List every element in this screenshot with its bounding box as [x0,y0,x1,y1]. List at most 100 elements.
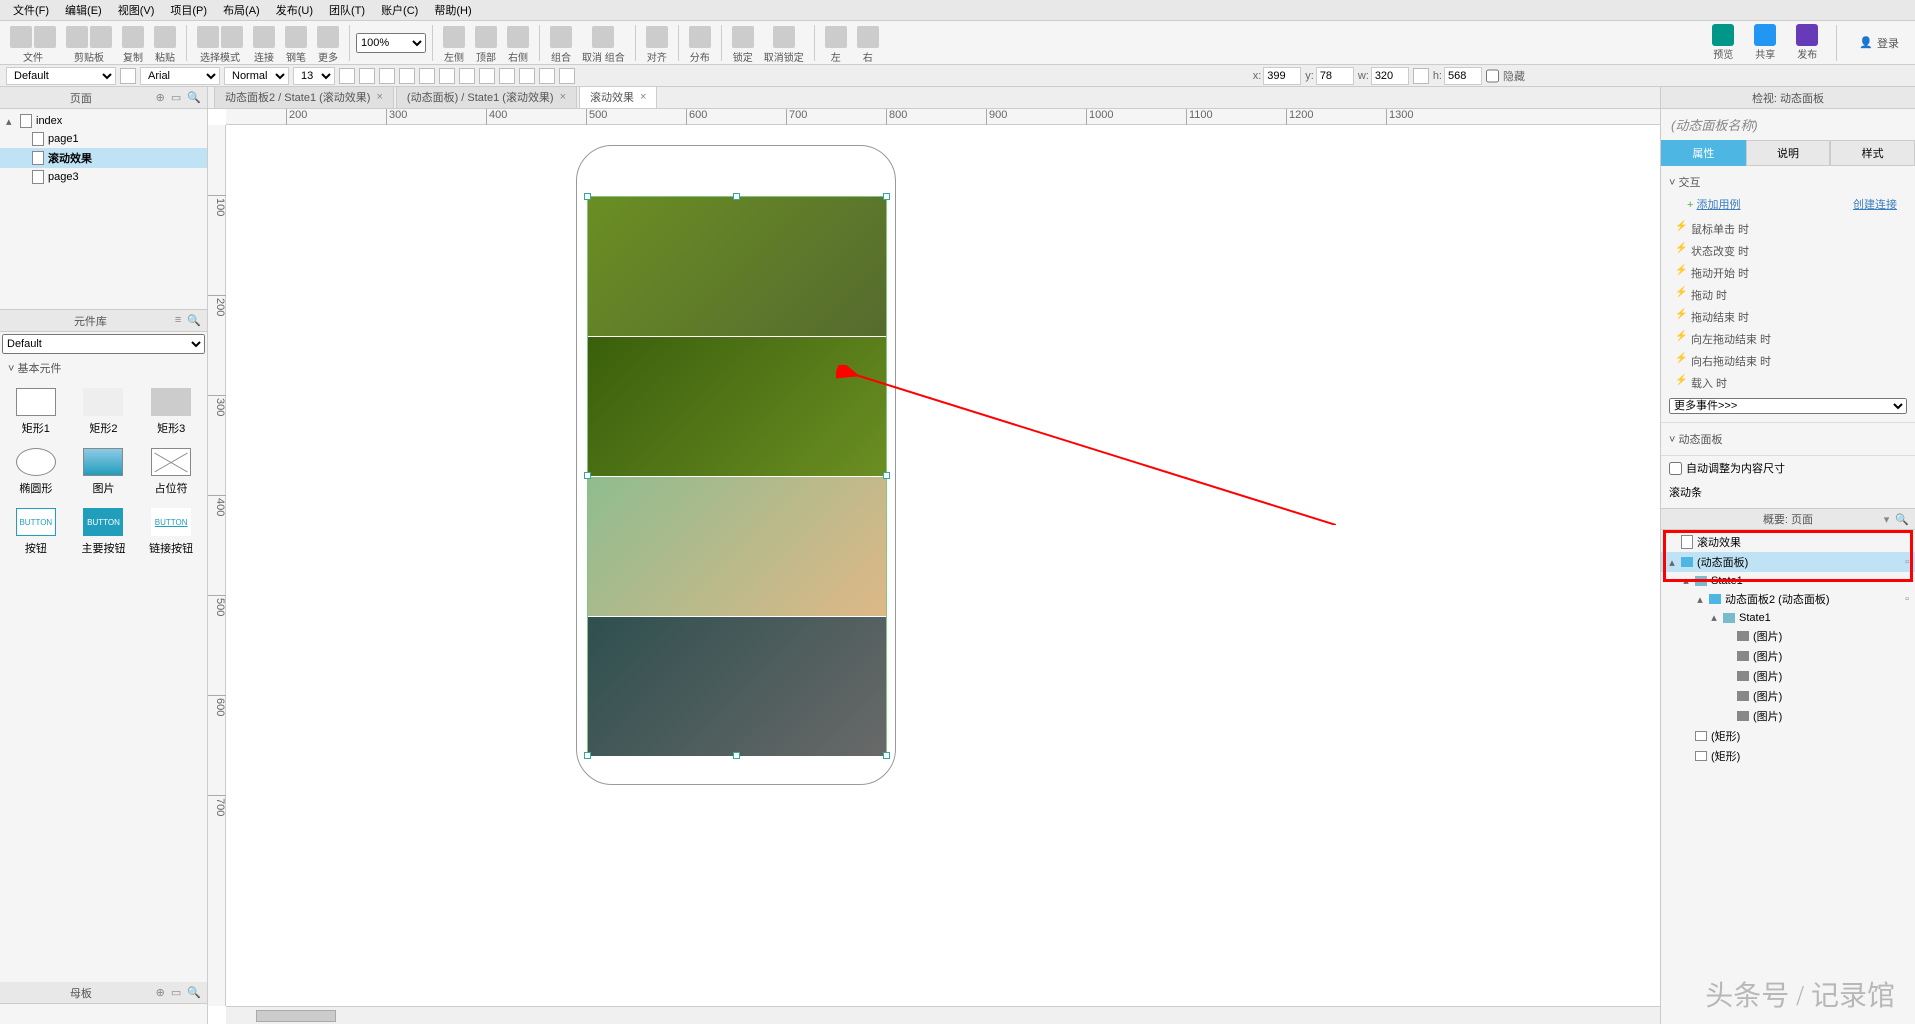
outline-rect1[interactable]: (矩形) [1661,726,1915,746]
event-drag[interactable]: 拖动 时 [1669,284,1907,306]
italic-icon[interactable] [359,68,375,84]
style-select[interactable]: Default [6,67,116,85]
tool-more[interactable]: 更多 [313,22,343,64]
bold-icon[interactable] [339,68,355,84]
size-select[interactable]: 13 [293,67,335,85]
add-master-icon[interactable]: ▭ [171,986,181,999]
tree-page3[interactable]: page3 [0,168,207,186]
menu-help[interactable]: 帮助(H) [426,0,479,20]
tool-pen[interactable]: 钢笔 [281,22,311,64]
tab-dp-state1[interactable]: (动态面板) / State1 (滚动效果)× [396,87,577,108]
canvas-image-3[interactable] [588,477,886,617]
widget-name-input[interactable]: (动态面板名称) [1661,109,1915,140]
h-scrollbar[interactable] [226,1006,1660,1024]
outline-dp2[interactable]: ▴动态面板2 (动态面板)▫ [1661,589,1915,609]
phone-frame[interactable] [576,145,896,785]
event-swipe-right[interactable]: 向右拖动结束 时 [1669,350,1907,372]
widget-rect3[interactable]: 矩形3 [139,384,203,440]
section-interactions[interactable]: ˅ 交互 [1669,170,1907,194]
tool-unlock[interactable]: 取消锁定 [760,22,808,64]
widget-ellipse[interactable]: 椭圆形 [4,444,68,500]
outline-img1[interactable]: (图片) [1661,626,1915,646]
fill-icon[interactable] [419,68,435,84]
publish-button[interactable]: 发布 [1790,22,1824,63]
outline-search-icon[interactable]: 🔍 [1895,513,1909,526]
style-copy-icon[interactable] [120,68,136,84]
valign-t-icon[interactable] [519,68,535,84]
outline-state1b[interactable]: ▴State1 [1661,609,1915,626]
outline-img5[interactable]: (图片) [1661,706,1915,726]
tab-properties[interactable]: 属性 [1661,140,1746,166]
more-events-select[interactable]: 更多事件>>> [1669,398,1907,414]
border-icon[interactable] [439,68,455,84]
menu-publish[interactable]: 发布(U) [268,0,321,20]
event-swipe-left[interactable]: 向左拖动结束 时 [1669,328,1907,350]
tool-group-btn[interactable]: 组合 [546,22,576,64]
outline-img3[interactable]: (图片) [1661,666,1915,686]
share-button[interactable]: 共享 [1748,22,1782,63]
align-r-icon[interactable] [499,68,515,84]
event-state-change[interactable]: 状态改变 时 [1669,240,1907,262]
close-icon[interactable]: × [560,91,566,103]
outline-img2[interactable]: (图片) [1661,646,1915,666]
menu-view[interactable]: 视图(V) [110,0,163,20]
menu-project[interactable]: 项目(P) [162,0,215,20]
w-input[interactable] [1371,67,1409,85]
tool-align-right[interactable]: 右侧 [503,22,533,64]
event-load[interactable]: 载入 时 [1669,372,1907,394]
resize-handle[interactable] [883,472,890,479]
menu-file[interactable]: 文件(F) [5,0,57,20]
tool-r[interactable]: 右 [853,22,883,64]
fit-checkbox[interactable] [1669,462,1682,475]
tab-dp2-state1[interactable]: 动态面板2 / State1 (滚动效果)× [214,87,394,108]
search-icon[interactable]: 🔍 [187,91,201,104]
add-folder-icon[interactable]: ⊕ [156,91,165,104]
filter-icon[interactable]: ▾ [1884,513,1890,526]
resize-handle[interactable] [733,193,740,200]
h-input[interactable] [1444,67,1482,85]
canvas-image-4[interactable] [588,617,886,757]
outline-rect2[interactable]: (矩形) [1661,746,1915,766]
tool-paste[interactable]: 粘贴 [150,22,180,64]
tool-clipboard[interactable]: 剪贴板 [62,22,116,64]
widget-primary-button[interactable]: BUTTON主要按钮 [72,504,136,560]
outline-root[interactable]: 滚动效果 [1661,532,1915,552]
resize-handle[interactable] [584,472,591,479]
tool-align-top[interactable]: 顶部 [471,22,501,64]
add-master-folder-icon[interactable]: ⊕ [156,986,165,999]
add-page-icon[interactable]: ▭ [171,91,181,104]
zoom-select[interactable]: 100% [356,33,426,53]
align-c-icon[interactable] [479,68,495,84]
tree-scroll[interactable]: 滚动效果 [0,148,207,168]
widget-rect1[interactable]: 矩形1 [4,384,68,440]
widget-placeholder[interactable]: 占位符 [139,444,203,500]
canvas-image-2[interactable] [588,337,886,477]
lib-category[interactable]: ˅ 基本元件 [0,356,207,380]
tool-distribute[interactable]: 分布 [685,22,715,64]
valign-b-icon[interactable] [559,68,575,84]
align-l-icon[interactable] [459,68,475,84]
menu-edit[interactable]: 编辑(E) [57,0,110,20]
tool-ungroup[interactable]: 取消 组合 [578,22,629,64]
event-drag-end[interactable]: 拖动结束 时 [1669,306,1907,328]
master-search-icon[interactable]: 🔍 [187,986,201,999]
tool-l[interactable]: 左 [821,22,851,64]
widget-button[interactable]: BUTTON按钮 [4,504,68,560]
tree-page1[interactable]: page1 [0,130,207,148]
outline-dp[interactable]: ▴(动态面板)▫ [1661,552,1915,572]
canvas-image-1[interactable] [588,197,886,337]
tool-connect[interactable]: 连接 [249,22,279,64]
tree-root[interactable]: ▴index [0,112,207,130]
color-icon[interactable] [399,68,415,84]
widget-link-button[interactable]: BUTTON链接按钮 [139,504,203,560]
resize-handle[interactable] [733,752,740,759]
menu-layout[interactable]: 布局(A) [215,0,268,20]
menu-team[interactable]: 团队(T) [321,0,373,20]
tool-file[interactable]: 文件 [6,22,60,64]
resize-handle[interactable] [584,193,591,200]
widget-rect2[interactable]: 矩形2 [72,384,136,440]
event-click[interactable]: 鼠标单击 时 [1669,218,1907,240]
lib-search-icon[interactable]: 🔍 [187,314,201,327]
lib-menu-icon[interactable]: ≡ [175,314,181,327]
tool-select[interactable]: 选择模式 [193,22,247,64]
